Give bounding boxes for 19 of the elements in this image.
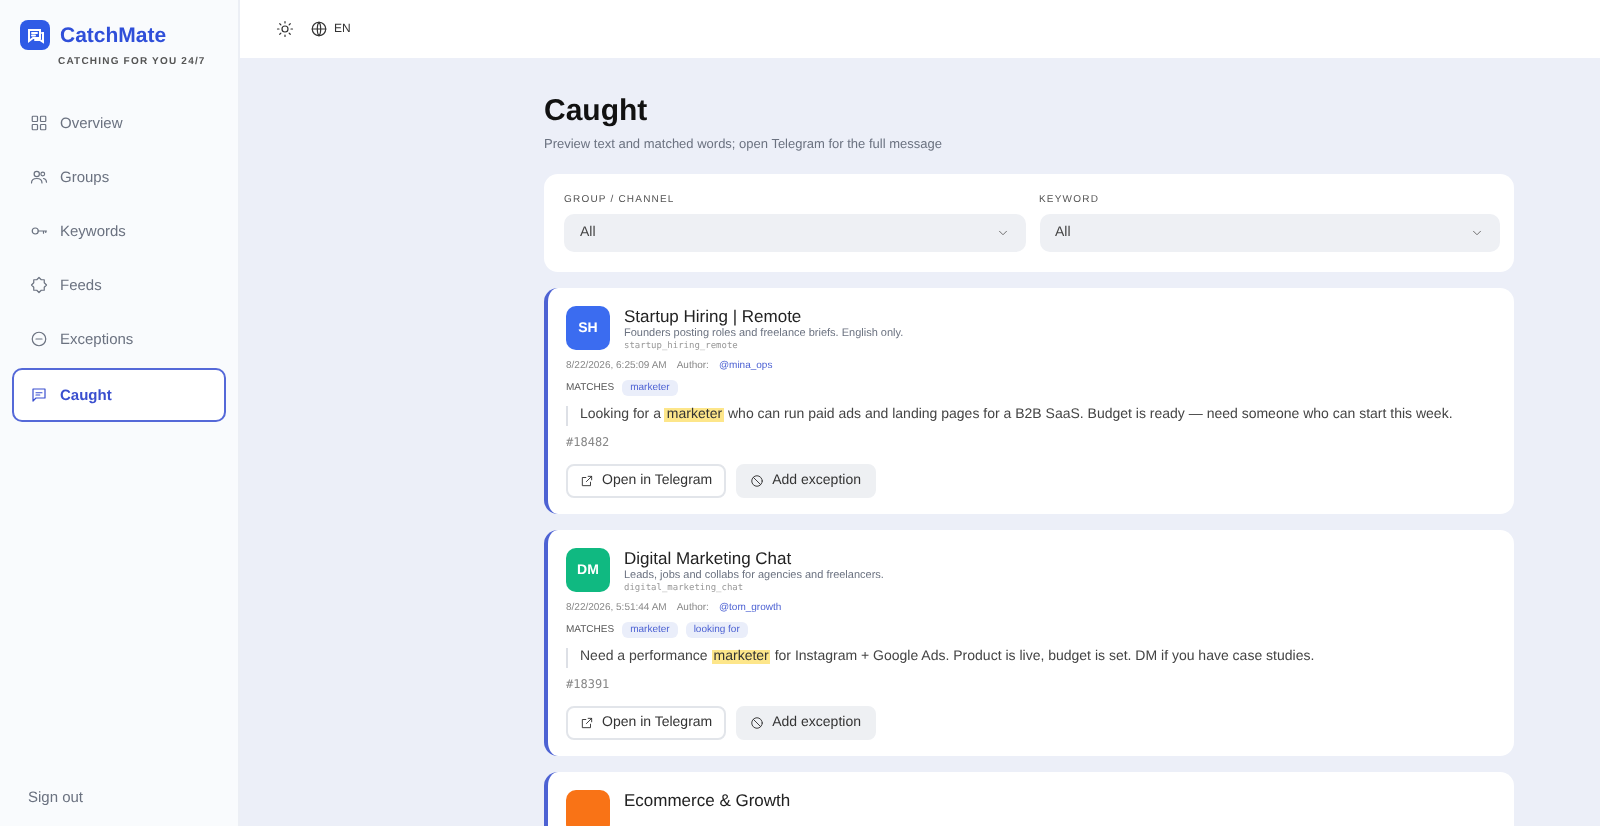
users-icon (30, 167, 48, 185)
group-name: Digital Marketing Chat (624, 548, 794, 568)
ban-icon (750, 474, 765, 488)
grid-icon (30, 113, 48, 131)
message-icon (30, 386, 48, 404)
external-link-icon (580, 474, 594, 488)
external-link-icon (580, 716, 594, 730)
chevron-down-icon (995, 226, 1009, 240)
brand-name: CatchMate (60, 23, 167, 47)
ban-icon (750, 716, 765, 730)
chat-logo-icon (20, 20, 50, 50)
group-name: Startup Hiring | Remote (624, 306, 804, 326)
chevron-down-icon (1470, 226, 1484, 240)
sun-icon[interactable] (276, 20, 294, 38)
key-icon (30, 221, 48, 239)
group-name: Ecommerce & Growth (624, 790, 791, 810)
minus-circle-icon (30, 329, 48, 347)
badge-icon (30, 275, 48, 293)
page-title: Caught (544, 94, 650, 128)
